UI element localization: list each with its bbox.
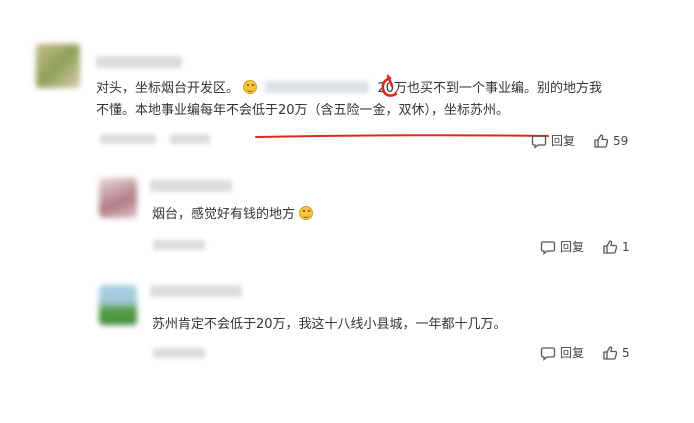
timestamp-blurred <box>100 134 156 144</box>
like-button[interactable]: 1 <box>602 239 630 255</box>
reply-button[interactable]: 回复 <box>531 132 575 149</box>
username-blurred[interactable] <box>150 285 242 297</box>
reply-button[interactable]: 回复 <box>540 238 584 255</box>
avatar[interactable] <box>99 178 137 218</box>
comment-icon <box>540 346 556 361</box>
location-blurred <box>170 134 210 144</box>
thumbs-up-icon <box>603 345 618 360</box>
comment-text-content: 烟台，感觉好有钱的地方 <box>152 207 296 222</box>
like-button[interactable]: 59 <box>593 133 628 149</box>
comment-actions: 回复 1 <box>540 238 630 255</box>
like-button[interactable]: 5 <box>602 345 630 361</box>
reply-button[interactable]: 回复 <box>540 344 584 361</box>
reply-label: 回复 <box>551 134 576 148</box>
comment-actions: 回复 59 <box>531 132 628 149</box>
comment-icon <box>540 240 556 255</box>
comment-actions: 回复 5 <box>540 344 630 361</box>
like-count: 5 <box>622 345 630 360</box>
smile-emoji-icon <box>299 206 314 220</box>
username-blurred[interactable] <box>150 180 232 192</box>
like-count: 1 <box>622 239 630 254</box>
comment-text: 烟台，感觉好有钱的地方 <box>152 204 314 226</box>
like-count: 59 <box>613 133 629 148</box>
avatar[interactable] <box>99 285 137 325</box>
reply-label: 回复 <box>560 346 585 360</box>
thumbs-up-icon <box>594 133 609 148</box>
reply-label: 回复 <box>560 240 585 254</box>
comment-icon <box>531 134 547 149</box>
timestamp-blurred <box>153 348 205 358</box>
thumbs-up-icon <box>603 239 618 254</box>
timestamp-blurred <box>153 240 205 250</box>
comment-text: 苏州肯定不会低于20万，我这十八线小县城，一年都十几万。 <box>152 317 507 332</box>
